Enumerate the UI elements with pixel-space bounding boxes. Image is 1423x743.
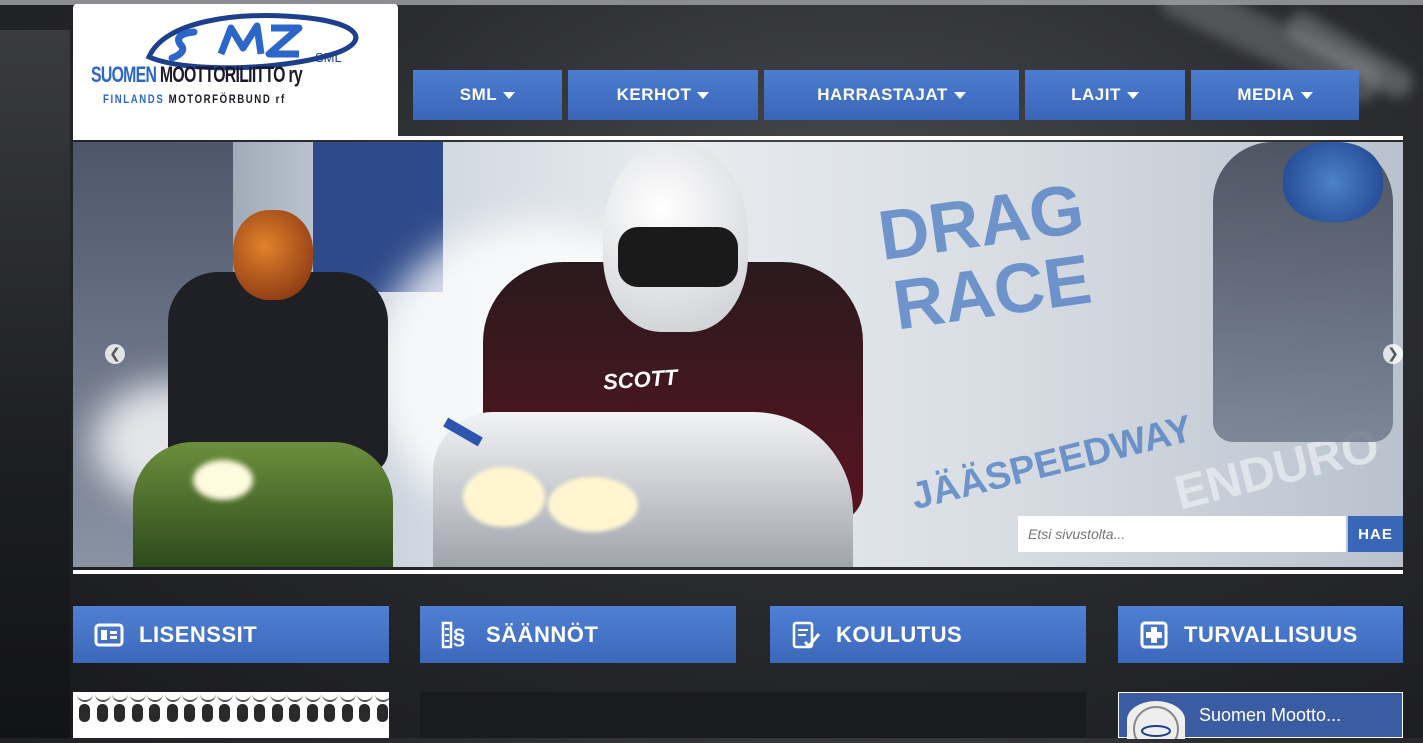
checklist-icon: [790, 619, 822, 651]
notebook-ring: [306, 704, 318, 722]
notebook-ring: [289, 704, 300, 722]
notebook-ring: [324, 704, 335, 722]
notebook-widget: [73, 692, 389, 738]
chevron-down-icon: [697, 91, 710, 99]
notebook-scallop: [164, 692, 181, 702]
notebook-scallop: [322, 692, 338, 702]
divider: [73, 570, 1403, 574]
sled-center-light: [463, 467, 545, 527]
divider: [73, 136, 1403, 140]
quick-link-turvallisuus[interactable]: TURVALLISUUS: [1118, 606, 1403, 663]
logo-subtitle: FINLANDS MOTORFÖRBUND rf: [103, 92, 286, 106]
notebook-ring: [79, 704, 90, 722]
notebook-ring: [341, 704, 353, 722]
site-logo[interactable]: SML SUOMEN MOOTTORILIITTO ry FINLANDS MO…: [73, 4, 398, 140]
chevron-down-icon: [1300, 91, 1313, 99]
notebook-ring: [201, 704, 213, 722]
plus-cross-icon: [1138, 619, 1170, 651]
chevron-down-icon: [953, 91, 966, 99]
notebook-ring: [236, 704, 248, 722]
nav-media[interactable]: MEDIA: [1191, 70, 1359, 120]
hero-speedway-text: JÄÄSPEEDWAY: [907, 407, 1197, 519]
notebook-scallop: [94, 692, 111, 702]
sled-left: [133, 442, 393, 567]
rider-left-helmet: [233, 210, 313, 300]
notebook-scallop: [252, 692, 268, 702]
notebook-ring: [96, 704, 108, 722]
helmet-goggles: [618, 227, 738, 287]
notebook-scallop: [217, 692, 233, 702]
notebook-ring: [149, 704, 160, 722]
chevron-down-icon: [1126, 91, 1139, 99]
nav-lajit[interactable]: LAJIT: [1025, 70, 1185, 120]
sled-left-light: [193, 460, 253, 500]
hero-slider[interactable]: SCOTT DRAG RACE JÄÄSPEEDWAY ENDURO: [73, 142, 1403, 567]
notebook-scallop: [147, 692, 163, 702]
notebook-ring: [131, 704, 143, 722]
notebook-ring: [376, 704, 388, 722]
content-panel: [420, 692, 1086, 738]
notebook-scallop: [77, 692, 93, 702]
background-road: [0, 30, 70, 738]
notebook-scallop: [182, 692, 198, 702]
rules-paragraph-icon: §: [440, 619, 472, 651]
notebook-ring: [219, 704, 230, 722]
notebook-ring: [254, 704, 265, 722]
svg-text:§: §: [453, 624, 466, 649]
notebook-ring: [166, 704, 178, 722]
sled-center-light: [548, 477, 638, 532]
site-search: HAE: [1018, 516, 1403, 552]
id-card-icon: [93, 619, 125, 651]
facebook-page-name: Suomen Mootto...: [1199, 705, 1342, 725]
notebook-scallop: [357, 692, 373, 702]
quick-link-lisenssit[interactable]: LISENSSIT: [73, 606, 389, 663]
svg-text:SML: SML: [315, 50, 342, 65]
facebook-widget[interactable]: Suomen Mootto...: [1118, 692, 1403, 743]
notebook-scallop: [374, 692, 389, 702]
notebook-scallop: [234, 692, 251, 702]
notebook-scallop: [112, 692, 128, 702]
rider-right-helmet: [1283, 142, 1383, 222]
search-button[interactable]: HAE: [1348, 516, 1403, 552]
notebook-ring: [184, 704, 195, 722]
notebook-scallop: [129, 692, 146, 702]
jersey-logo: SCOTT: [602, 364, 679, 395]
notebook-scallop: [287, 692, 303, 702]
logo-title: SUOMEN MOOTTORILIITTO ry: [91, 62, 303, 87]
slider-next-button[interactable]: ❯: [1383, 344, 1403, 364]
notebook-ring: [359, 704, 370, 722]
nav-sml[interactable]: SML: [413, 70, 562, 120]
notebook-scallop: [269, 692, 286, 702]
notebook-ring: [271, 704, 283, 722]
notebook-scallop: [304, 692, 321, 702]
notebook-scallop: [339, 692, 356, 702]
notebook-ring: [114, 704, 125, 722]
nav-kerhot[interactable]: KERHOT: [568, 70, 758, 120]
notebook-scallop: [199, 692, 216, 702]
quick-link-koulutus[interactable]: KOULUTUS: [770, 606, 1086, 663]
quick-link-saannot[interactable]: § SÄÄNNÖT: [420, 606, 736, 663]
facebook-avatar: [1127, 701, 1185, 743]
chevron-down-icon: [503, 91, 516, 99]
slider-prev-button[interactable]: ❮: [105, 344, 125, 364]
search-input[interactable]: [1018, 516, 1346, 552]
nav-harrastajat[interactable]: HARRASTAJAT: [764, 70, 1019, 120]
